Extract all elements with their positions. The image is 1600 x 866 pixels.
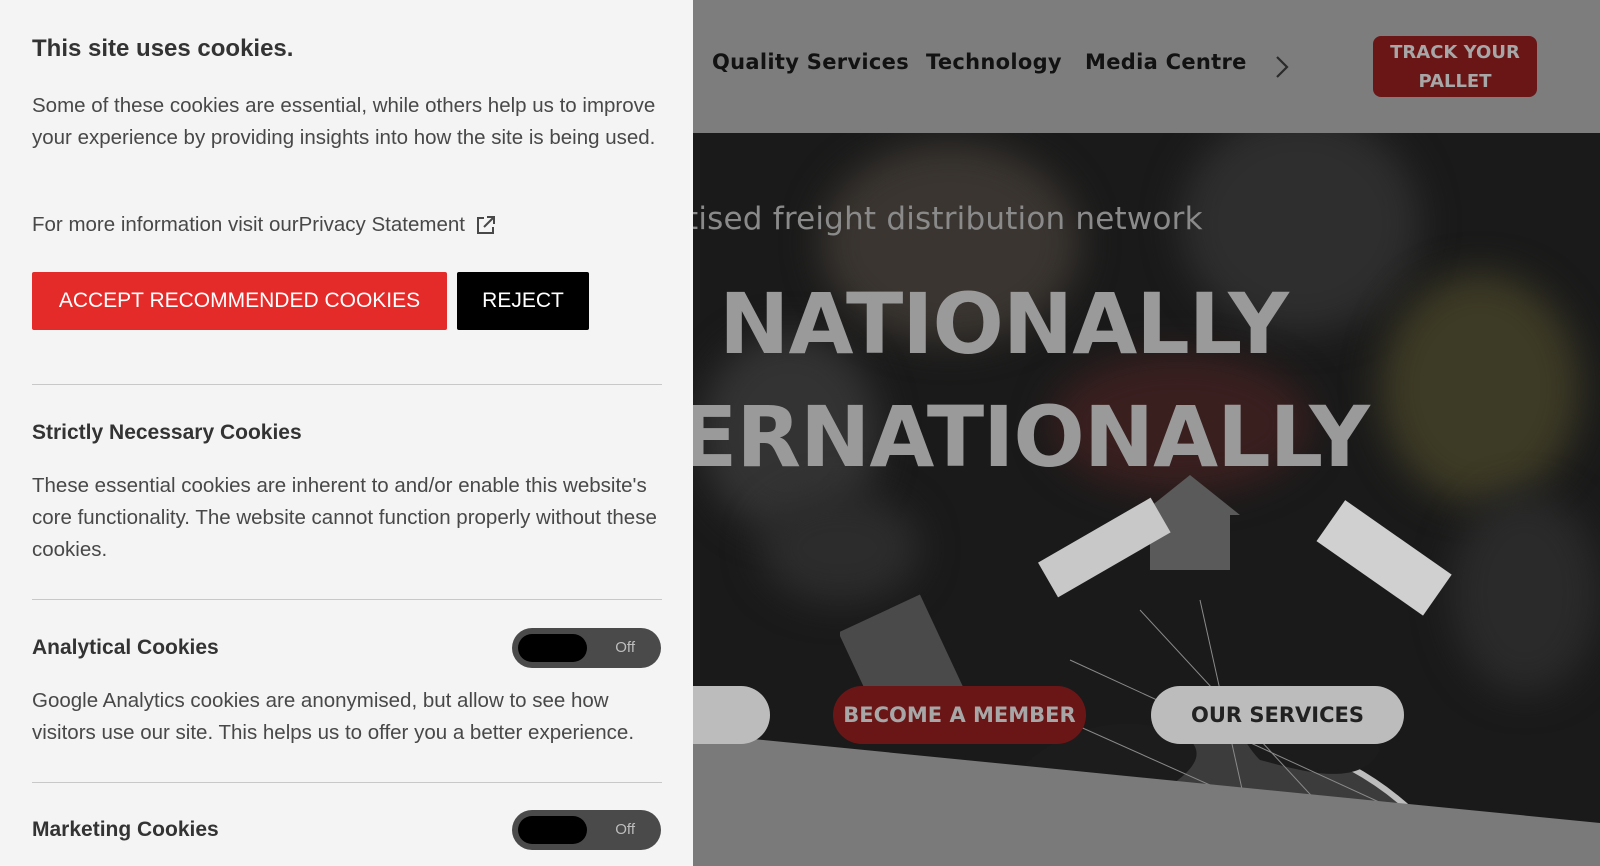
our-services-label: OUR SERVICES — [1191, 703, 1364, 727]
analytical-cookies-toggle[interactable]: Off — [512, 628, 661, 668]
nav-technology[interactable]: Technology — [926, 50, 1062, 74]
become-member-label: BECOME A MEMBER — [843, 703, 1076, 727]
privacy-prefix: For more information visit our — [32, 213, 299, 236]
strictly-necessary-heading: Strictly Necessary Cookies — [32, 421, 302, 444]
strictly-necessary-text: These essential cookies are inherent to … — [32, 474, 657, 561]
track-button-line2: PALLET — [1418, 70, 1492, 92]
divider — [32, 599, 662, 600]
toggle-knob — [518, 816, 587, 844]
marketing-cookies-heading: Marketing Cookies — [32, 818, 219, 841]
toggle-state-label: Off — [615, 821, 635, 838]
track-button-line1: TRACK YOUR — [1390, 41, 1520, 63]
accept-recommended-cookies-button[interactable]: ACCEPT RECOMMENDED COOKIES — [32, 272, 447, 330]
our-services-button[interactable]: OUR SERVICES — [1151, 686, 1404, 744]
privacy-statement-link[interactable]: Privacy Statement — [299, 213, 465, 237]
nav-media-centre[interactable]: Media Centre — [1085, 50, 1247, 74]
external-link-icon[interactable] — [475, 214, 497, 236]
chevron-right-icon[interactable] — [1272, 54, 1292, 80]
track-pallet-button[interactable]: TRACK YOUR PALLET — [1373, 36, 1537, 97]
cookie-panel-title: This site uses cookies. — [32, 35, 294, 62]
divider — [32, 782, 662, 783]
marketing-cookies-toggle[interactable]: Off — [512, 810, 661, 850]
cookie-consent-panel: This site uses cookies. Some of these co… — [0, 0, 693, 866]
cookie-intro-text: Some of these cookies are essential, whi… — [32, 94, 656, 149]
become-member-button[interactable]: BECOME A MEMBER — [833, 686, 1086, 744]
toggle-state-label: Off — [615, 639, 635, 656]
divider — [32, 384, 662, 385]
toggle-knob — [518, 634, 587, 662]
analytical-cookies-text: Google Analytics cookies are anonymised,… — [32, 689, 635, 744]
nav-quality-services[interactable]: Quality Services — [712, 50, 909, 74]
reject-cookies-button[interactable]: REJECT — [457, 272, 589, 330]
privacy-line: For more information visit our Privacy S… — [32, 213, 497, 237]
analytical-cookies-heading: Analytical Cookies — [32, 636, 219, 659]
